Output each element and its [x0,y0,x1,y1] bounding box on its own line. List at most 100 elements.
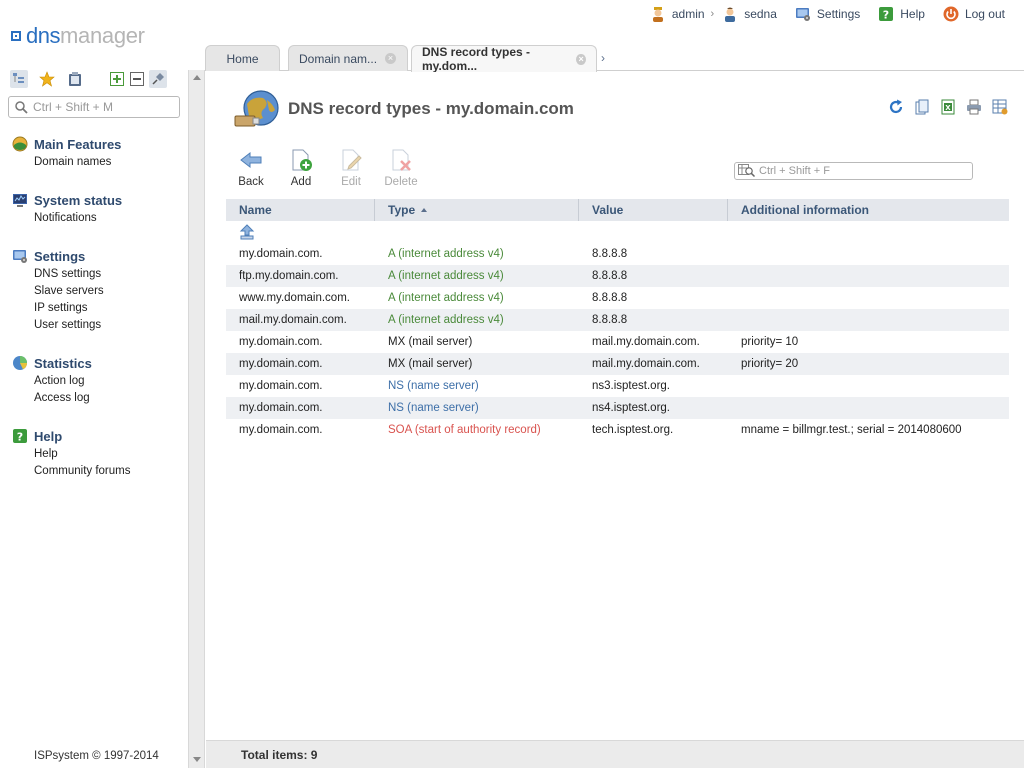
logout-link[interactable]: Log out [943,6,1005,22]
tab-domain-names[interactable]: Domain nam... × [288,45,408,71]
close-icon[interactable]: × [576,53,586,65]
copyright: ISPsystem © 1997-2014 [34,750,159,762]
menu-group-statistics: Statistics Action log Access log [0,353,188,407]
column-label: Type [388,203,416,217]
menu-group-header[interactable]: Statistics [0,353,188,373]
table-body: my.domain.com. A (internet address v4) 8.8… [226,243,1009,441]
user-label: admin [671,7,705,21]
cell-value: 8.8.8.8 [592,270,628,282]
sidebar: Ctrl + Shift + M Main Features Domain na… [0,62,188,768]
svg-text:X: X [945,104,951,112]
table-row[interactable]: my.domain.com. NS (name server) ns4.isptes… [226,397,1009,419]
table-row[interactable]: my.domain.com. MX (mail server) mail.my.do… [226,353,1009,375]
plus-box-icon [110,72,124,86]
tab-label: DNS record types - my.dom... [422,45,531,73]
cell-info [728,375,1009,397]
collapse-all-button[interactable] [128,70,146,88]
cell-value: ns3.isptest.org. [592,380,670,392]
clipboard-button[interactable] [66,70,84,88]
sidebar-toolbar [10,70,167,88]
table-settings-icon[interactable] [992,99,1008,115]
pin-sidebar-button[interactable] [149,70,167,88]
table-row[interactable]: my.domain.com. MX (mail server) mail.my.do… [226,331,1009,353]
sidebar-item-notifications[interactable]: Notifications [0,210,188,227]
table-row[interactable]: www.my.domain.com. A (internet address v4… [226,287,1009,309]
menu-search-input[interactable]: Ctrl + Shift + M [8,96,180,118]
column-header-value[interactable]: Value [579,199,728,221]
sidebar-item-ip-settings[interactable]: IP settings [0,300,188,317]
column-header-additional-info[interactable]: Additional information [728,199,1009,221]
favorites-button[interactable] [38,70,56,88]
cell-value: mail.my.domain.com. [592,358,700,370]
pin-icon [152,73,164,85]
table-filter-input[interactable]: Ctrl + Shift + F [734,162,973,180]
print-icon[interactable] [966,99,982,115]
expand-all-button[interactable] [108,70,126,88]
parent-level-row[interactable] [226,221,1009,243]
power-icon [943,6,959,22]
cell-info: priority= 10 [741,336,799,348]
cell-type: MX (mail server) [388,358,473,370]
cell-info [728,243,1009,265]
current-account[interactable]: sedna [722,6,777,22]
add-document-icon [292,149,312,171]
table-row[interactable]: ftp.my.domain.com. A (internet address v4… [226,265,1009,287]
delete-label: Delete [384,176,418,188]
sidebar-item-slave-servers[interactable]: Slave servers [0,283,188,300]
cell-value: tech.isptest.org. [592,424,674,436]
sidebar-item-user-settings[interactable]: User settings [0,317,188,334]
refresh-icon[interactable] [888,99,904,115]
menu-group-header[interactable]: Settings [0,246,188,266]
column-label: Value [592,203,624,217]
menu-tree-button[interactable] [10,70,28,88]
cell-value: 8.8.8.8 [592,248,628,260]
tab-home[interactable]: Home [205,45,280,71]
scroll-down-icon[interactable] [193,757,201,762]
tab-dns-record-types[interactable]: DNS record types - my.dom... × [411,45,597,73]
cell-type: A (internet address v4) [388,314,504,326]
sidebar-item-dns-settings[interactable]: DNS settings [0,266,188,283]
sidebar-item-help[interactable]: Help [0,446,188,463]
scroll-up-icon[interactable] [193,75,201,80]
column-header-name[interactable]: Name [226,199,375,221]
cell-name: ftp.my.domain.com. [239,270,339,282]
table-row[interactable]: my.domain.com. A (internet address v4) 8.8… [226,243,1009,265]
menu-group-header[interactable]: Main Features [0,134,188,154]
clipboard-icon [69,72,81,86]
column-header-type[interactable]: Type [375,199,579,221]
table-row[interactable]: my.domain.com. SOA (start of authority re… [226,419,1009,441]
copy-icon[interactable] [914,99,930,115]
menu-search-placeholder: Ctrl + Shift + M [33,100,114,114]
table-header: Name Type Value Additional information [226,199,1009,221]
cell-type: A (internet address v4) [388,292,504,304]
export-excel-icon[interactable]: X [940,99,956,115]
cell-type: MX (mail server) [388,336,473,348]
menu-group-title: Settings [34,248,86,264]
sidebar-splitter[interactable] [188,70,205,768]
sidebar-item-community-forums[interactable]: Community forums [0,463,188,480]
sidebar-item-access-log[interactable]: Access log [0,390,188,407]
menu-group-header[interactable]: System status [0,190,188,210]
menu-group-header[interactable]: ? Help [0,426,188,446]
sidebar-item-action-log[interactable]: Action log [0,373,188,390]
help-link[interactable]: ? Help [878,6,925,22]
sidebar-item-domain-names[interactable]: Domain names [0,154,188,171]
svg-text:?: ? [883,9,889,22]
tab-label: Home [226,51,259,66]
add-button[interactable]: Add [276,148,326,188]
cell-type: A (internet address v4) [388,270,504,282]
table-row[interactable]: mail.my.domain.com. A (internet address v… [226,309,1009,331]
tab-label: Domain nam... [299,51,378,66]
monitor-chart-icon [13,194,27,207]
settings-link[interactable]: Settings [795,6,860,22]
edit-button[interactable]: Edit [326,148,376,188]
back-arrow-icon [240,151,262,169]
table-row[interactable]: my.domain.com. NS (name server) ns3.isptes… [226,375,1009,397]
menu-group-system-status: System status Notifications [0,190,188,227]
menu-group-help: ? Help Help Community forums [0,426,188,480]
close-icon[interactable]: × [385,53,397,64]
current-user[interactable]: admin [650,6,705,22]
delete-button[interactable]: Delete [376,148,426,188]
cell-name: mail.my.domain.com. [239,314,347,326]
back-button[interactable]: Back [226,148,276,188]
